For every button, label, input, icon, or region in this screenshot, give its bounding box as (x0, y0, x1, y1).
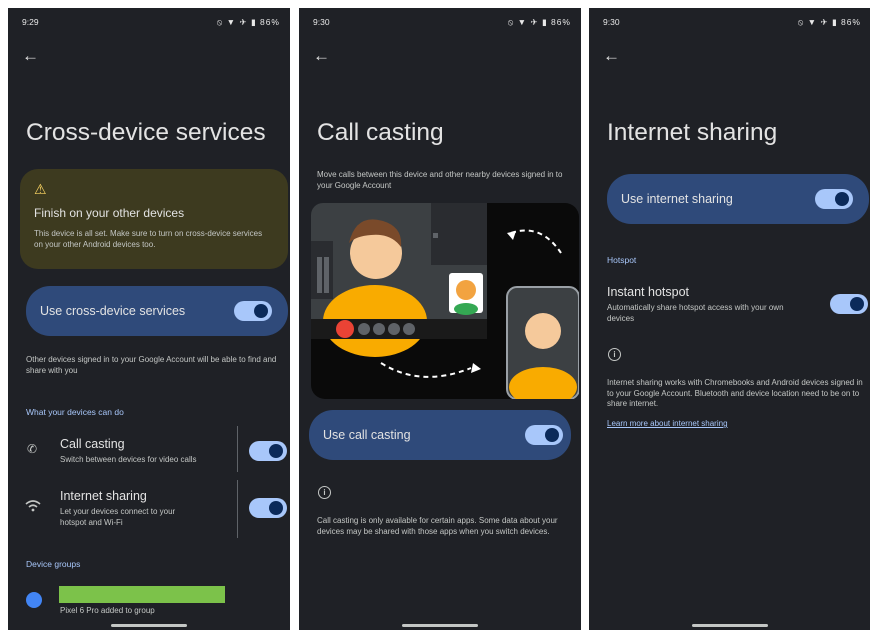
toggle-label: Use cross-device services (40, 304, 186, 318)
call-casting-switch[interactable] (249, 441, 287, 461)
section-label-capabilities: What your devices can do (26, 407, 124, 417)
feature-subtitle: Switch between devices for video calls (60, 455, 197, 464)
row-divider (237, 426, 238, 472)
status-icons: ⦸ ▼ ✈ ▮ 86% (797, 17, 861, 27)
description: Move calls between this device and other… (317, 170, 563, 190)
back-arrow-icon[interactable]: ← (22, 46, 39, 66)
feature-title: Call casting (60, 437, 125, 451)
warning-body: This device is all set. Make sure to tur… (34, 229, 263, 249)
page-title: Cross-device services (26, 119, 266, 146)
page-title: Call casting (317, 119, 444, 146)
info-text: Call casting is only available for certa… (317, 516, 558, 536)
status-icons: ⦸ ▼ ✈ ▮ 86% (216, 17, 280, 27)
toggle-label: Use call casting (323, 428, 411, 442)
hotspot-subtitle: Automatically share hotspot access with … (607, 303, 784, 323)
section-label-hotspot: Hotspot (607, 255, 637, 265)
internet-sharing-switch[interactable] (249, 498, 287, 518)
instant-hotspot-switch[interactable] (830, 294, 868, 314)
gesture-navigation-bar[interactable] (402, 624, 478, 627)
warning-card: ⚠ Finish on your other devices This devi… (20, 169, 288, 269)
status-icons: ⦸ ▼ ✈ ▮ 86% (507, 17, 571, 27)
back-arrow-icon[interactable]: ← (313, 46, 330, 66)
cross-device-services-switch[interactable] (234, 301, 272, 321)
screen-cross-device-services: 9:29 ⦸ ▼ ✈ ▮ 86% ← Cross-device services… (8, 8, 290, 630)
call-casting-illustration (311, 203, 580, 407)
learn-more-link[interactable]: Learn more about internet sharing (607, 419, 728, 428)
device-group-subtitle: Pixel 6 Pro added to group (60, 606, 155, 615)
screen-internet-sharing: 9:30 ⦸ ▼ ✈ ▮ 86% ← Internet sharing Use … (589, 8, 870, 630)
section-label-device-groups: Device groups (26, 559, 81, 569)
info-icon: i (608, 348, 621, 361)
status-time: 9:29 (22, 17, 39, 27)
status-time: 9:30 (313, 17, 330, 27)
info-text: Internet sharing works with Chromebooks … (607, 378, 863, 408)
wifi-icon (25, 499, 41, 517)
gesture-navigation-bar[interactable] (692, 624, 768, 627)
status-bar: 9:30 ⦸ ▼ ✈ ▮ 86% (313, 17, 571, 29)
internet-sharing-switch[interactable] (815, 189, 853, 209)
status-bar: 9:29 ⦸ ▼ ✈ ▮ 86% (22, 17, 280, 29)
call-casting-switch[interactable] (525, 425, 563, 445)
use-call-casting-toggle-row[interactable]: Use call casting (309, 410, 571, 460)
status-time: 9:30 (603, 17, 620, 27)
back-arrow-icon[interactable]: ← (603, 46, 620, 66)
device-group-name-bar (59, 586, 225, 603)
toggle-label: Use internet sharing (621, 192, 733, 206)
hotspot-title: Instant hotspot (607, 285, 690, 299)
warning-icon: ⚠ (34, 181, 47, 197)
row-divider (237, 480, 238, 538)
gesture-navigation-bar[interactable] (111, 624, 187, 627)
description: Other devices signed in to your Google A… (26, 355, 277, 375)
info-icon: i (318, 486, 331, 499)
feature-title: Internet sharing (60, 489, 147, 503)
use-cross-device-services-toggle-row[interactable]: Use cross-device services (26, 286, 288, 336)
phone-forward-icon: ✆ (27, 442, 38, 456)
feature-subtitle: Let your devices connect to your hotspot… (60, 507, 176, 527)
warning-title: Finish on your other devices (34, 206, 185, 220)
page-title: Internet sharing (607, 119, 778, 146)
screen-call-casting: 9:30 ⦸ ▼ ✈ ▮ 86% ← Call casting Move cal… (299, 8, 581, 630)
status-bar: 9:30 ⦸ ▼ ✈ ▮ 86% (603, 17, 861, 29)
use-internet-sharing-toggle-row[interactable]: Use internet sharing (607, 174, 869, 224)
device-group-dot (26, 592, 42, 608)
